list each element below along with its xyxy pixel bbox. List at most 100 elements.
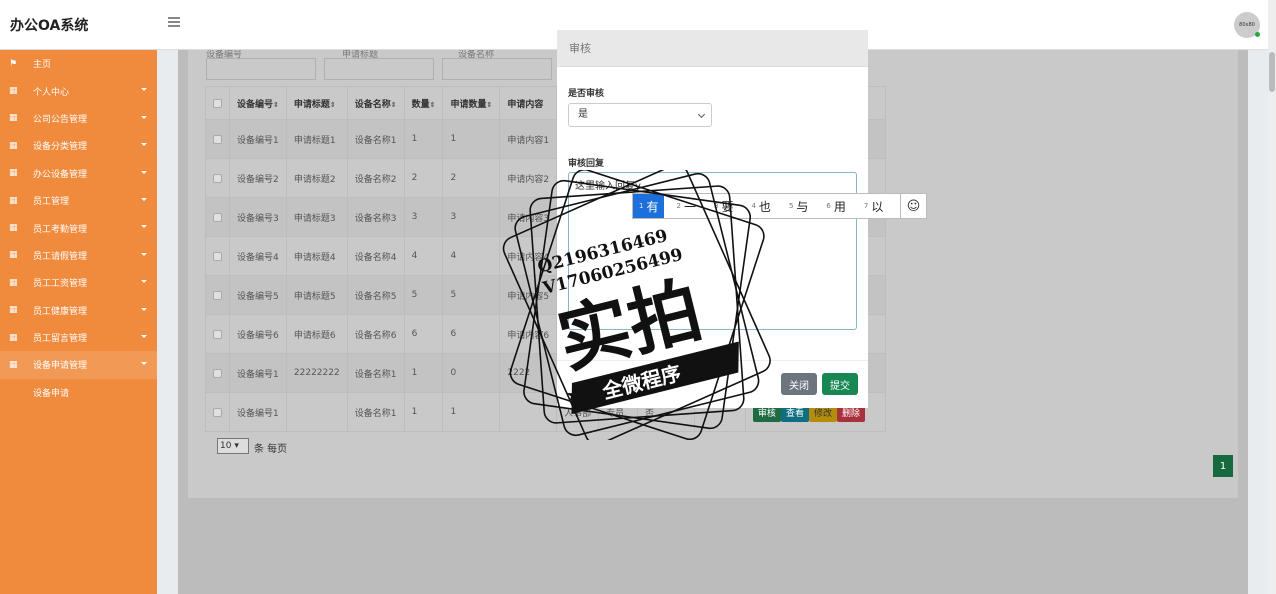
sidebar-item-3[interactable]: ▦ 设备分类管理 bbox=[0, 132, 157, 159]
ime-candidate-3[interactable]: 3要 bbox=[708, 194, 739, 218]
table-cell: 设备编号1 bbox=[229, 353, 287, 393]
column-header[interactable]: 设备名称⇕ bbox=[346, 86, 405, 120]
row-checkbox-cell[interactable] bbox=[205, 236, 230, 276]
table-cell: 5 bbox=[442, 275, 501, 315]
sidebar-item-6[interactable]: ▦ 员工考勤管理 bbox=[0, 214, 157, 241]
checkbox[interactable] bbox=[213, 134, 222, 144]
table-cell bbox=[285, 392, 348, 432]
chevron-down-icon bbox=[141, 225, 147, 229]
row-checkbox-cell[interactable] bbox=[205, 158, 230, 198]
table-cell: 2222 bbox=[499, 353, 558, 393]
grid-icon: ▦ bbox=[9, 195, 18, 206]
search-input-3[interactable] bbox=[442, 58, 552, 80]
sort-icon[interactable]: ⇕ bbox=[430, 101, 436, 109]
smile-icon[interactable]: ☺ bbox=[900, 194, 926, 218]
table-cell: 设备编号1 bbox=[229, 119, 287, 159]
app-title: 办公OA系统 bbox=[10, 18, 89, 34]
ime-candidate-6[interactable]: 6用 bbox=[820, 194, 851, 218]
chevron-down-icon bbox=[141, 362, 147, 366]
row-checkbox-cell[interactable] bbox=[205, 119, 230, 159]
ime-candidate-2[interactable]: 2一 bbox=[670, 194, 701, 218]
column-header[interactable]: 数量⇕ bbox=[403, 86, 444, 120]
table-cell: 设备编号3 bbox=[229, 197, 287, 237]
page-size-select[interactable]: 10 ▾ bbox=[217, 438, 249, 454]
chevron-down-icon bbox=[697, 110, 706, 119]
ime-candidate-5[interactable]: 5与 bbox=[783, 194, 814, 218]
sidebar-item-7[interactable]: ▦ 员工请假管理 bbox=[0, 242, 157, 269]
checkbox[interactable] bbox=[213, 290, 222, 300]
grid-icon: ▦ bbox=[9, 305, 18, 316]
table-cell: 设备编号6 bbox=[229, 314, 287, 354]
table-cell: 申请标题4 bbox=[285, 236, 348, 276]
ime-candidate-7[interactable]: 7以 bbox=[858, 194, 889, 218]
sidebar-item-2[interactable]: ▦ 公司公告管理 bbox=[0, 105, 157, 132]
audit-select[interactable]: 是 bbox=[568, 103, 712, 127]
table-cell bbox=[499, 392, 558, 432]
table-cell: 申请内容4 bbox=[499, 236, 558, 276]
select-all-checkbox-cell[interactable] bbox=[205, 86, 230, 120]
sort-icon[interactable]: ⇕ bbox=[330, 101, 336, 109]
modal-title: 审核 bbox=[557, 30, 868, 67]
sidebar-subitem-0[interactable]: 设备申请 bbox=[0, 379, 157, 407]
sidebar-item-label: 公司公告管理 bbox=[33, 114, 88, 125]
row-checkbox-cell[interactable] bbox=[205, 392, 230, 432]
checkbox[interactable] bbox=[213, 212, 222, 222]
sidebar-item-label: 员工考勤管理 bbox=[33, 224, 88, 235]
column-header[interactable]: 设备编号⇕ bbox=[229, 86, 287, 120]
table-cell: 1 bbox=[442, 392, 501, 432]
sidebar-item-label: 设备申请管理 bbox=[33, 361, 88, 372]
checkbox[interactable] bbox=[213, 173, 222, 183]
column-header[interactable]: 申请标题⇕ bbox=[285, 86, 348, 120]
grid-icon: ▦ bbox=[9, 113, 18, 124]
sidebar-item-11[interactable]: ▦ 设备申请管理 bbox=[0, 351, 157, 379]
page-size-label: 条 每页 bbox=[254, 444, 288, 455]
grid-icon: ▦ bbox=[9, 250, 18, 261]
table-cell: 6 bbox=[403, 314, 444, 354]
sidebar-item-9[interactable]: ▦ 员工健康管理 bbox=[0, 297, 157, 324]
sidebar-item-1[interactable]: ▦ 个人中心 bbox=[0, 77, 157, 104]
row-checkbox-cell[interactable] bbox=[205, 197, 230, 237]
page-button-1[interactable]: 1 bbox=[1213, 455, 1233, 477]
sidebar-item-5[interactable]: ▦ 员工管理 bbox=[0, 187, 157, 214]
sidebar-item-4[interactable]: ▦ 办公设备管理 bbox=[0, 160, 157, 187]
submit-button[interactable]: 提交 bbox=[822, 373, 858, 395]
checkbox[interactable] bbox=[213, 98, 222, 108]
table-cell: 3 bbox=[403, 197, 444, 237]
checkbox[interactable] bbox=[213, 407, 222, 417]
search-input-2[interactable] bbox=[324, 58, 434, 80]
sort-icon[interactable]: ⇕ bbox=[391, 101, 397, 109]
row-checkbox-cell[interactable] bbox=[205, 314, 230, 354]
close-button[interactable]: 关闭 bbox=[781, 373, 817, 395]
sort-icon[interactable]: ⇕ bbox=[273, 101, 279, 109]
chevron-down-icon bbox=[141, 115, 147, 119]
sidebar-item-0[interactable]: ⚑ 主页 bbox=[0, 50, 157, 77]
ime-candidate-4[interactable]: 4也 bbox=[745, 194, 776, 218]
flag-icon: ⚑ bbox=[9, 58, 18, 69]
row-checkbox-cell[interactable] bbox=[205, 353, 230, 393]
grid-icon: ▦ bbox=[9, 223, 18, 234]
checkbox[interactable] bbox=[213, 251, 222, 261]
ime-candidate-1[interactable]: 1有 bbox=[633, 194, 665, 218]
table-cell: 0 bbox=[442, 353, 501, 393]
table-cell: 申请内容1 bbox=[499, 119, 558, 159]
sidebar-item-10[interactable]: ▦ 员工留言管理 bbox=[0, 324, 157, 351]
page-scrollbar[interactable] bbox=[1268, 0, 1276, 594]
table-cell: 设备编号1 bbox=[229, 392, 287, 432]
table-cell: 设备名称2 bbox=[346, 158, 405, 198]
row-checkbox-cell[interactable] bbox=[205, 275, 230, 315]
menu-toggle-icon[interactable] bbox=[168, 17, 180, 27]
sidebar-item-label: 员工请假管理 bbox=[33, 251, 88, 262]
chevron-down-icon bbox=[141, 88, 147, 92]
sort-icon[interactable]: ⇕ bbox=[487, 101, 493, 109]
checkbox[interactable] bbox=[213, 368, 222, 378]
table-cell: 设备名称5 bbox=[346, 275, 405, 315]
sidebar-item-8[interactable]: ▦ 员工工资管理 bbox=[0, 269, 157, 296]
grid-icon: ▦ bbox=[9, 332, 18, 343]
table-cell: 申请标题3 bbox=[285, 197, 348, 237]
column-header[interactable]: 申请数量⇕ bbox=[442, 86, 501, 120]
chevron-down-icon bbox=[141, 143, 147, 147]
search-input-1[interactable] bbox=[206, 58, 316, 80]
sidebar-item-label: 员工健康管理 bbox=[33, 306, 88, 317]
checkbox[interactable] bbox=[213, 329, 222, 339]
ime-candidate-bar: 1 有 2 一 3 要 4 也 5 与 6 用 7 以 ☺ bbox=[632, 193, 927, 219]
